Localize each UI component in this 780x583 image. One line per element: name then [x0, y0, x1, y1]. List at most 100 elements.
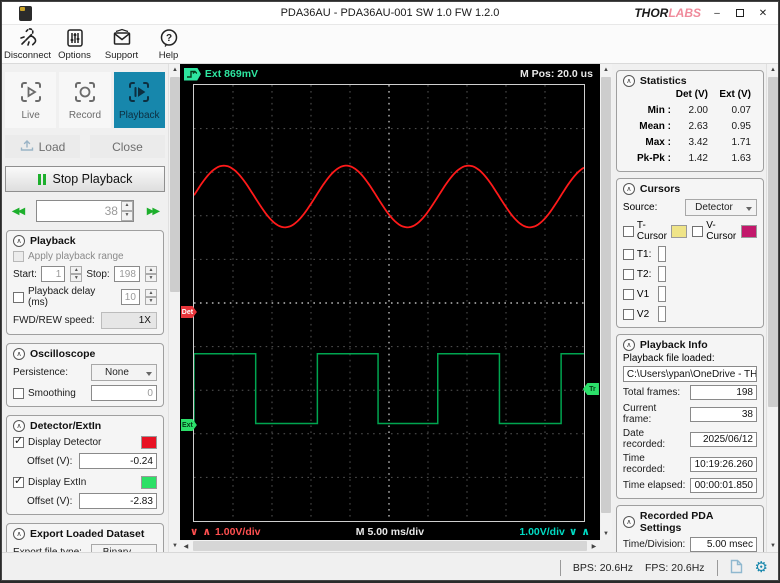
v1-checkbox[interactable] — [623, 289, 634, 300]
main-toolbar: Disconnect Options Support — [2, 24, 778, 64]
detector-color-swatch[interactable] — [141, 436, 157, 449]
scope-grid — [193, 84, 585, 522]
scroll-right-arrow[interactable]: ▶ — [588, 540, 600, 552]
left-panel-scrollbar[interactable]: ▲ ▼ — [168, 64, 180, 552]
divider — [560, 560, 561, 576]
stop-spinner[interactable]: ▲▼ — [145, 266, 157, 282]
close-file-button[interactable]: Close — [90, 135, 165, 158]
collapse-icon[interactable]: ∧ — [623, 75, 635, 87]
extin-scale-label: 1.00V/div — [519, 526, 565, 538]
record-button[interactable]: Record — [59, 72, 110, 128]
forward-button[interactable]: ▶▶ — [140, 200, 165, 222]
maximize-button[interactable] — [733, 6, 747, 20]
v2-checkbox[interactable] — [623, 309, 634, 320]
scroll-up-arrow[interactable]: ▲ — [767, 64, 779, 76]
status-bar: BPS: 20.6Hz FPS: 20.6Hz ⚙ — [2, 552, 778, 581]
chevron-down-icon — [146, 372, 152, 376]
rewind-button[interactable]: ◀◀ — [5, 200, 30, 222]
trigger-level-marker[interactable]: Tr — [583, 383, 599, 395]
scroll-left-arrow[interactable]: ◀ — [180, 540, 192, 552]
collapse-icon[interactable]: ∧ — [13, 235, 25, 247]
t1-field[interactable] — [658, 246, 666, 262]
t2-field[interactable] — [658, 266, 666, 282]
t1-checkbox[interactable] — [623, 249, 634, 260]
display-detector-checkbox[interactable] — [13, 437, 24, 448]
v-cursor-checkbox[interactable] — [692, 226, 703, 237]
delay-checkbox[interactable] — [13, 292, 24, 303]
file-path-field[interactable]: C:\Users\ypan\OneDrive - THORLA — [623, 366, 757, 382]
svg-text:?: ? — [165, 33, 171, 44]
fps-status: FPS: 20.6Hz — [645, 562, 705, 574]
v-cursor-color-swatch[interactable] — [741, 225, 757, 238]
right-panel-scrollbar[interactable]: ▲ ▼ — [766, 64, 778, 552]
app-icon — [19, 6, 32, 21]
total-frames-field: 198 — [690, 385, 757, 400]
playback-section: ∧Playback Apply playback range Start: 1 … — [6, 230, 164, 335]
t-cursor-color-swatch[interactable] — [671, 225, 687, 238]
frame-spinner[interactable]: ▲▼ — [121, 201, 133, 221]
record-icon — [73, 80, 97, 107]
frame-navigation: ◀◀ 38 ▲▼ ▶▶ — [5, 200, 165, 222]
stop-playback-button[interactable]: Stop Playback — [5, 166, 165, 192]
extin-scale-up-arrow[interactable]: ∧ — [581, 526, 590, 538]
speed-button[interactable]: 1X — [101, 312, 157, 329]
stat-col-ext: Ext (V) — [714, 89, 757, 100]
pause-icon — [38, 174, 46, 185]
start-frame-input[interactable]: 1 — [41, 266, 65, 282]
extin-offset-input[interactable]: -2.83 — [79, 493, 157, 509]
extin-scale-down-arrow[interactable]: ∨ — [569, 526, 578, 538]
scope-horizontal-scrollbar[interactable]: ◀ ▶ — [180, 540, 600, 552]
delay-input[interactable]: 10 — [121, 289, 140, 305]
app-window: PDA36AU - PDA36AU-001 SW 1.0 FW 1.2.0 TH… — [1, 1, 779, 581]
collapse-icon[interactable]: ∧ — [13, 348, 25, 360]
collapse-icon[interactable]: ∧ — [623, 183, 635, 195]
start-spinner[interactable]: ▲▼ — [70, 266, 82, 282]
options-button[interactable]: Options — [51, 27, 98, 61]
display-extin-checkbox[interactable] — [13, 477, 24, 488]
detector-scale-down-arrow[interactable]: ∨ — [190, 526, 199, 538]
live-button[interactable]: Live — [5, 72, 56, 128]
minimize-button[interactable]: – — [710, 6, 724, 20]
load-button[interactable]: Load — [5, 135, 80, 158]
collapse-icon[interactable]: ∧ — [13, 420, 25, 432]
collapse-icon[interactable]: ∧ — [623, 339, 635, 351]
smoothing-input[interactable]: 0 — [91, 385, 157, 401]
live-icon — [19, 80, 43, 107]
stop-frame-input[interactable]: 198 — [114, 266, 140, 282]
collapse-icon[interactable]: ∧ — [13, 528, 25, 540]
envelope-icon — [111, 27, 133, 49]
apply-range-checkbox[interactable] — [13, 251, 24, 262]
help-button[interactable]: ? Help — [145, 27, 192, 61]
gear-icon[interactable]: ⚙ — [755, 560, 768, 575]
scroll-up-arrow[interactable]: ▲ — [600, 64, 612, 76]
playback-button[interactable]: Playback — [114, 72, 165, 128]
scroll-down-arrow[interactable]: ▼ — [600, 528, 612, 540]
scope-vertical-scrollbar[interactable]: ▲ ▼ — [600, 64, 612, 540]
load-icon — [20, 139, 34, 155]
detector-scale-up-arrow[interactable]: ∧ — [202, 526, 211, 538]
persistence-dropdown[interactable]: None — [91, 364, 157, 381]
smoothing-checkbox[interactable] — [13, 388, 24, 399]
right-panel: ∧Statistics Det (V) Ext (V) Min : 2.00 0… — [612, 64, 766, 552]
support-button[interactable]: Support — [98, 27, 145, 61]
close-button[interactable]: ✕ — [756, 6, 770, 20]
delay-spinner[interactable]: ▲▼ — [145, 289, 157, 305]
log-file-icon[interactable] — [730, 559, 743, 577]
disconnect-button[interactable]: Disconnect — [4, 27, 51, 61]
export-type-dropdown[interactable]: Binary — [91, 544, 157, 552]
scroll-down-arrow[interactable]: ▼ — [767, 540, 779, 552]
t-cursor-checkbox[interactable] — [623, 226, 634, 237]
time-elapsed-field: 00:00:01.850 — [690, 478, 757, 493]
v2-field[interactable] — [658, 306, 666, 322]
frame-number-input[interactable]: 38 ▲▼ — [36, 200, 134, 222]
window-title: PDA36AU - PDA36AU-001 SW 1.0 FW 1.2.0 — [281, 7, 500, 19]
v1-field[interactable] — [658, 286, 666, 302]
extin-color-swatch[interactable] — [141, 476, 157, 489]
collapse-icon[interactable]: ∧ — [623, 516, 635, 528]
bps-status: BPS: 20.6Hz — [573, 562, 633, 574]
detector-offset-input[interactable]: -0.24 — [79, 453, 157, 469]
stat-col-det: Det (V) — [671, 89, 714, 100]
cursor-source-dropdown[interactable]: Detector — [685, 199, 757, 216]
t2-checkbox[interactable] — [623, 269, 634, 280]
oscilloscope-section: ∧Oscilloscope Persistence: None Smoothin… — [6, 343, 164, 407]
